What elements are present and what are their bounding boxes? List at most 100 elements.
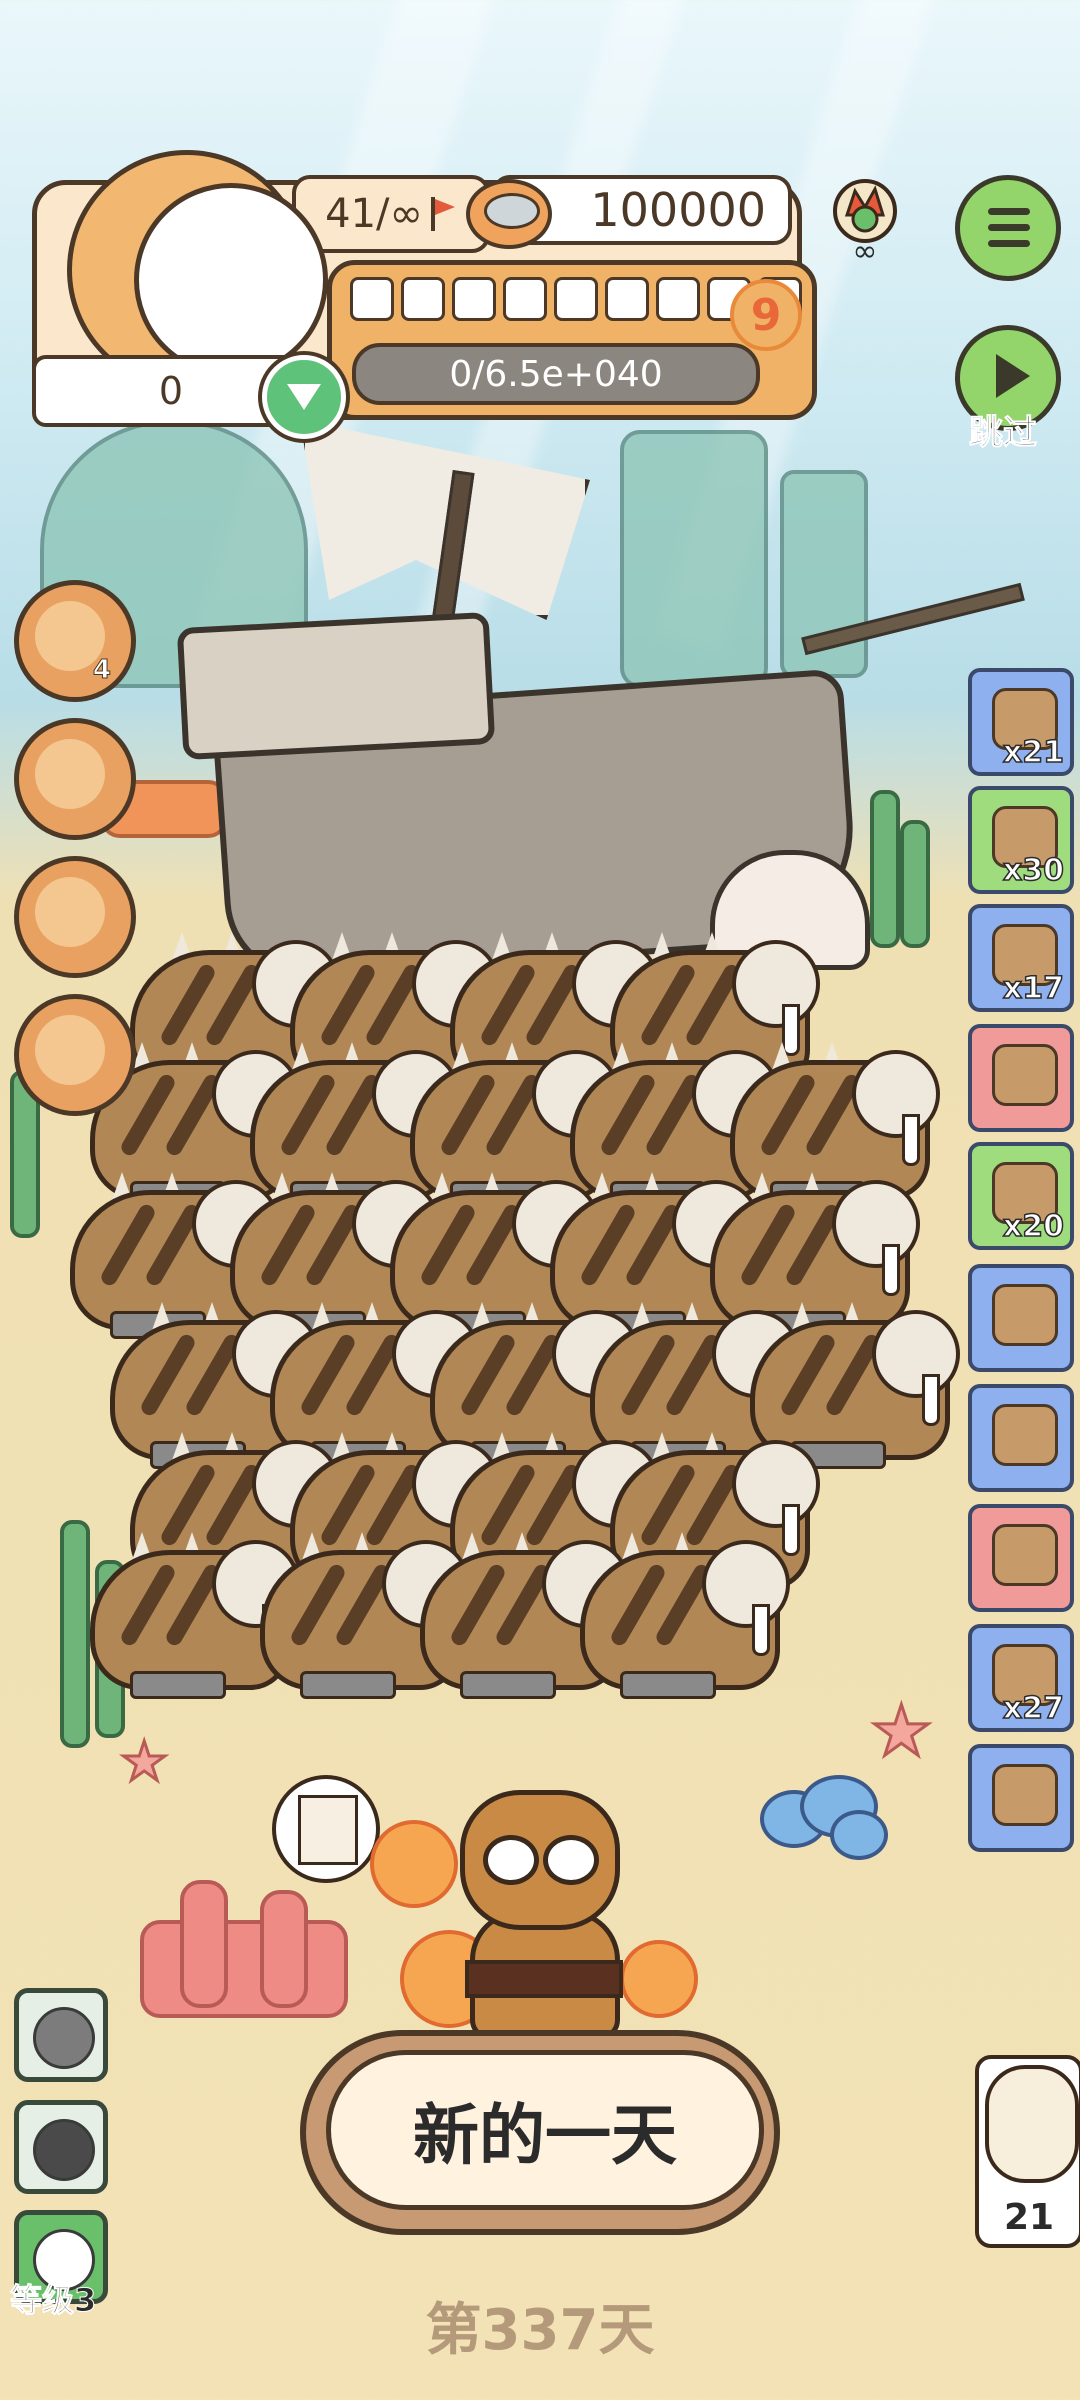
walrus-tusk bbox=[922, 1374, 940, 1426]
explosion-puff bbox=[370, 1820, 458, 1908]
walrus-face bbox=[852, 1050, 940, 1138]
inventory-slot[interactable] bbox=[968, 1384, 1074, 1492]
owl-icon bbox=[985, 2065, 1079, 2183]
walrus-face bbox=[872, 1310, 960, 1398]
day-counter: 第337天 bbox=[425, 2298, 655, 2363]
left-button-hourglass[interactable]: 4 bbox=[14, 580, 136, 702]
svg-text:∞: ∞ bbox=[853, 234, 878, 265]
inventory-slot[interactable]: x21 bbox=[968, 668, 1074, 776]
coin-counter: 100000 bbox=[466, 175, 792, 249]
progress-slot bbox=[605, 277, 649, 321]
shipwreck-cabin bbox=[176, 611, 496, 761]
box-icon bbox=[35, 877, 105, 947]
coral bbox=[260, 1890, 308, 2008]
food-bowl-icon bbox=[466, 179, 552, 249]
flame-crown-icon[interactable]: ∞ bbox=[825, 175, 905, 265]
left-button-box[interactable] bbox=[14, 856, 136, 978]
inventory-slot[interactable]: x20 bbox=[968, 1142, 1074, 1250]
goggle-icon bbox=[543, 1835, 599, 1885]
progress-slot bbox=[554, 277, 598, 321]
bottom-left-button-1[interactable] bbox=[14, 1988, 108, 2082]
coral bbox=[140, 1920, 348, 2018]
inventory-slot[interactable] bbox=[968, 1504, 1074, 1612]
inventory-slot[interactable]: x27 bbox=[968, 1624, 1074, 1732]
cat-silhouette-icon bbox=[33, 2119, 95, 2181]
inventory-count: x17 bbox=[1002, 970, 1065, 1007]
experience-panel: 9 0/6.5e+040 bbox=[327, 260, 817, 420]
black-cat-avatar[interactable] bbox=[134, 183, 328, 377]
walrus-cart bbox=[300, 1671, 396, 1699]
player-level-badge: 9 bbox=[730, 279, 802, 351]
left-button-phone[interactable] bbox=[14, 718, 136, 840]
walrus-cart bbox=[620, 1671, 716, 1699]
seaweed bbox=[60, 1520, 90, 1748]
progress-slot bbox=[452, 277, 496, 321]
walrus-creature[interactable] bbox=[580, 1530, 790, 1705]
ruin-pillar bbox=[620, 430, 768, 688]
phone-icon bbox=[35, 739, 105, 809]
walrus-face bbox=[732, 1440, 820, 1528]
hourglass-count: 4 bbox=[92, 655, 111, 686]
menu-line bbox=[988, 224, 1030, 231]
inventory-count: x21 bbox=[1002, 734, 1065, 771]
inventory-count: x20 bbox=[1002, 1208, 1065, 1245]
coral bbox=[180, 1880, 228, 2008]
inventory-count: x30 bbox=[1002, 852, 1065, 889]
cat-belt bbox=[465, 1960, 623, 1998]
new-day-label: 新的一天 bbox=[326, 2050, 764, 2210]
progress-slot bbox=[350, 277, 394, 321]
walrus-face bbox=[702, 1540, 790, 1628]
sheep-icon bbox=[992, 1764, 1058, 1826]
inventory-slot[interactable] bbox=[968, 1024, 1074, 1132]
progress-slot bbox=[503, 277, 547, 321]
hanging-tools-icon bbox=[992, 1044, 1058, 1106]
stage-progress: 41/∞ bbox=[292, 175, 490, 253]
stage-progress-text: 41/∞ bbox=[325, 191, 423, 237]
cat-head bbox=[460, 1790, 620, 1930]
inventory-slot[interactable] bbox=[968, 1264, 1074, 1372]
owl-count: 21 bbox=[1003, 2197, 1055, 2238]
inventory-slot[interactable]: x17 bbox=[968, 904, 1074, 1012]
level-label: 等级3 bbox=[9, 2281, 97, 2320]
starfish: ★ bbox=[118, 1729, 169, 1795]
inventory-slot[interactable]: x30 bbox=[968, 786, 1074, 894]
menu-line bbox=[988, 208, 1030, 215]
hut-icon bbox=[992, 1284, 1058, 1346]
walrus-tusk bbox=[902, 1114, 920, 1166]
walrus-cart bbox=[460, 1671, 556, 1699]
new-day-button[interactable]: 新的一天 bbox=[300, 2030, 780, 2235]
progress-slot bbox=[401, 277, 445, 321]
seaweed bbox=[870, 790, 900, 948]
flag-icon bbox=[429, 197, 457, 231]
menu-button[interactable] bbox=[955, 175, 1061, 281]
seaweed bbox=[900, 820, 930, 948]
menu-line bbox=[988, 240, 1030, 247]
walrus-herd bbox=[70, 930, 970, 1730]
goggle-icon bbox=[483, 1835, 539, 1885]
explosion-puff bbox=[620, 1940, 698, 2018]
certificate-speech-bubble[interactable] bbox=[272, 1775, 380, 1883]
explorer-cat[interactable] bbox=[370, 1780, 698, 2040]
blue-stones bbox=[830, 1810, 888, 1860]
walrus-face bbox=[832, 1180, 920, 1268]
inventory-count: x27 bbox=[1002, 1690, 1065, 1727]
owl-card[interactable]: 21 bbox=[975, 2055, 1080, 2248]
left-button-joystick[interactable] bbox=[14, 994, 136, 1116]
experience-bar: 0/6.5e+040 bbox=[352, 343, 760, 405]
joystick-icon bbox=[35, 1015, 105, 1085]
trophy-icon bbox=[992, 1404, 1058, 1466]
bottom-left-button-2[interactable] bbox=[14, 2100, 108, 2194]
walrus-cart bbox=[130, 1671, 226, 1699]
walrus-tusk bbox=[752, 1604, 770, 1656]
heart-shield-icon[interactable] bbox=[262, 355, 346, 439]
player-hud: 41/∞ 100000 9 0/6.5e+040 0 bbox=[32, 150, 817, 439]
walrus-tusk bbox=[882, 1244, 900, 1296]
skip-label[interactable]: 跳过 bbox=[953, 405, 1053, 454]
avatar-frame[interactable] bbox=[67, 150, 328, 390]
progress-slot bbox=[656, 277, 700, 321]
starfish: ★ bbox=[869, 1689, 935, 1774]
coin-amount: 100000 bbox=[590, 183, 766, 237]
pet-bed-icon bbox=[992, 1524, 1058, 1586]
creature-silhouette-icon bbox=[33, 2007, 95, 2069]
inventory-slot[interactable] bbox=[968, 1744, 1074, 1852]
